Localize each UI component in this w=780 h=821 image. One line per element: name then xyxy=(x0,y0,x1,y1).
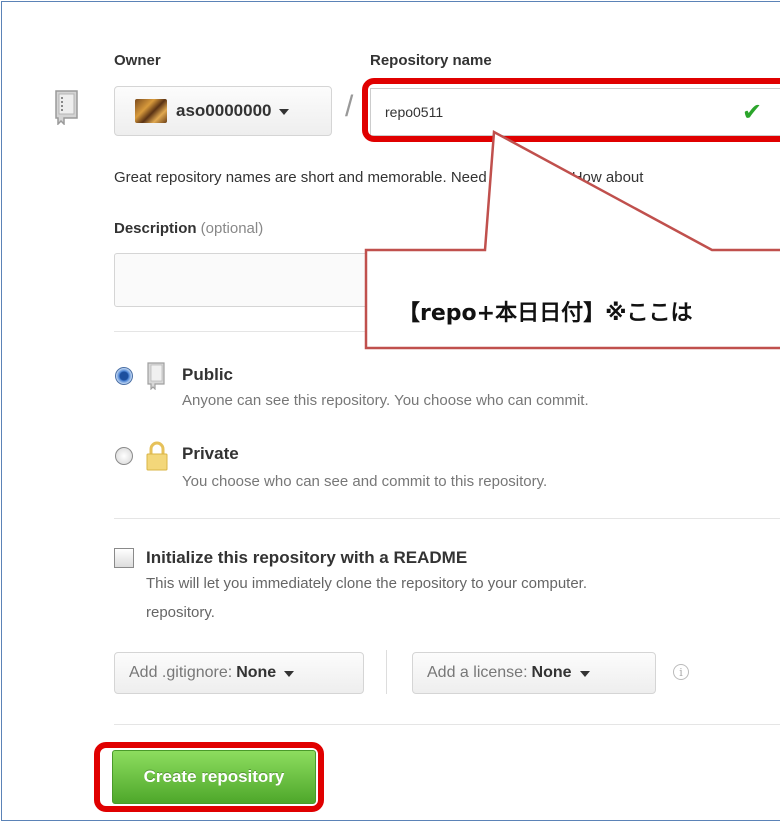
license-value: None xyxy=(531,664,572,681)
divider xyxy=(114,724,780,725)
private-title: Private xyxy=(182,444,239,463)
owner-label: Owner xyxy=(114,52,161,69)
private-radio[interactable] xyxy=(115,447,133,465)
description-label-text: Description xyxy=(114,220,197,237)
readme-description-line1: This will let you immediately clone the … xyxy=(146,575,588,592)
description-optional-text: (optional) xyxy=(196,220,264,237)
readme-title: Initialize this repository with a README xyxy=(146,548,468,567)
repo-book-icon xyxy=(55,90,78,125)
chevron-down-icon xyxy=(579,671,590,677)
select-separator xyxy=(386,650,387,694)
repository-name-hint: Great repository names are short and mem… xyxy=(114,169,644,186)
gitignore-select-button[interactable]: Add .gitignore: None xyxy=(114,652,364,694)
license-prefix: Add a license: xyxy=(427,664,528,681)
gitignore-value: None xyxy=(236,664,277,681)
chevron-down-icon xyxy=(279,109,290,115)
lock-icon xyxy=(146,441,168,471)
repo-public-icon xyxy=(147,362,165,390)
gitignore-prefix: Add .gitignore: xyxy=(129,664,233,681)
highlight-box-repo-name xyxy=(362,78,780,142)
public-description: Anyone can see this repository. You choo… xyxy=(182,392,589,409)
callout-text: 【repo+本日日付】※ここは xyxy=(398,301,693,326)
divider xyxy=(114,331,780,332)
chevron-down-icon xyxy=(284,671,295,677)
public-title: Public xyxy=(182,365,234,384)
owner-repo-separator: / xyxy=(345,90,354,123)
divider xyxy=(114,518,780,519)
info-icon[interactable]: i xyxy=(673,664,689,680)
private-description: You choose who can see and commit to thi… xyxy=(182,473,548,490)
readme-checkbox[interactable] xyxy=(114,548,134,568)
owner-select-button[interactable]: aso0000000 xyxy=(114,86,332,136)
public-radio[interactable] xyxy=(115,367,133,385)
description-label: Description (optional) xyxy=(114,220,263,237)
highlight-box-create-button xyxy=(94,742,324,812)
license-select-button[interactable]: Add a license: None xyxy=(412,652,656,694)
readme-description-line2: repository. xyxy=(146,604,215,621)
repository-name-label: Repository name xyxy=(370,52,492,69)
owner-name: aso0000000 xyxy=(176,101,272,120)
owner-avatar xyxy=(135,99,167,123)
